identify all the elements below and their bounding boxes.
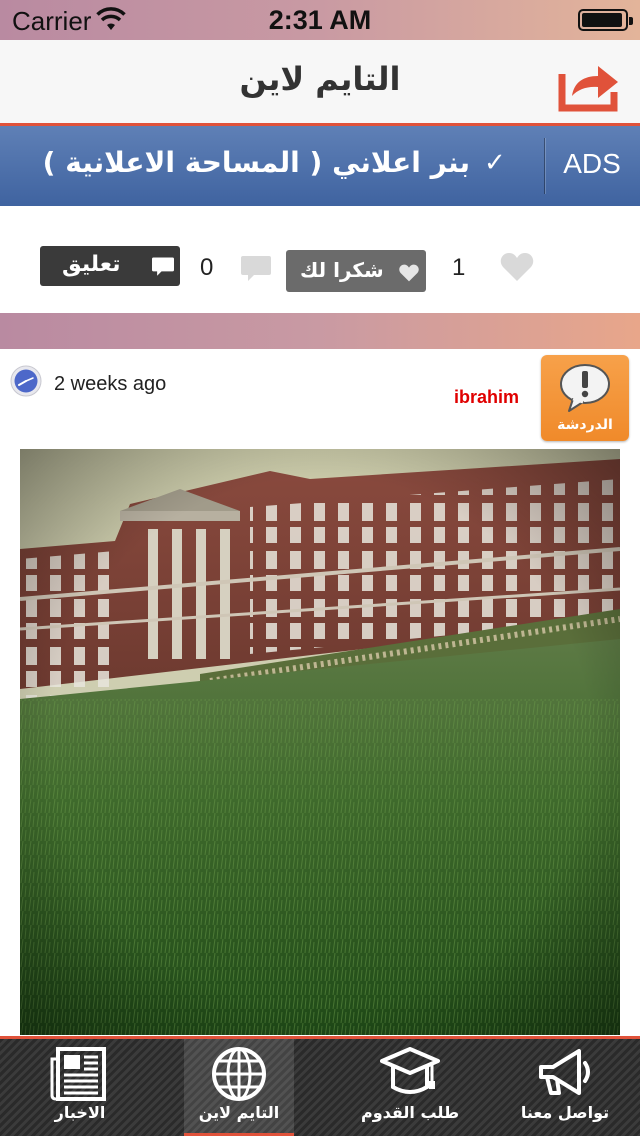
megaphone-icon [539,1049,590,1095]
comment-button[interactable]: تعليق [40,246,180,286]
post-author[interactable]: ibrahim [454,387,519,408]
post-image[interactable] [20,449,620,1035]
comment-button-label: تعليق [62,252,121,277]
like-count: 1 [452,254,466,281]
heart-icon [399,264,419,282]
checkmark-icon: ✓ [484,148,506,178]
clock-icon [10,365,42,397]
tab-label: طلب القدوم [360,1103,460,1122]
tab-timeline[interactable]: التايم لاين [184,1039,294,1136]
ads-label: ADS [563,148,621,179]
navigation-bar: التايم لاين [0,40,640,126]
page-title: التايم لاين [239,60,401,98]
post-timestamp: 2 weeks ago [54,373,167,395]
chat-button[interactable]: الدردشة [541,355,629,441]
campus-building-photo [20,449,620,1035]
post-header: 2 weeks ago ibrahim الدردشة [0,349,640,445]
chat-button-label: الدردشة [557,417,613,433]
tab-arrival-request[interactable]: طلب القدوم [340,1039,480,1136]
clock-time: 2:31 AM [268,5,372,35]
post-actions: 1 شكرا لك 0 تعليق [0,206,640,312]
thanks-button[interactable]: شكرا لك [286,250,426,292]
alert-bubble-icon [560,364,610,412]
tab-label: التايم لاين [198,1103,280,1122]
newspaper-icon [50,1047,106,1101]
ads-banner[interactable]: بنر اعلاني ( المساحة الاعلانية ) ✓ ADS [0,126,640,206]
graduation-cap-icon [380,1047,440,1094]
heart-icon[interactable] [500,252,534,282]
tab-label: الاخبار [54,1103,106,1122]
tab-news[interactable]: الاخبار [30,1039,130,1136]
globe-icon [212,1047,266,1101]
section-separator [0,313,640,349]
tab-contact-us[interactable]: تواصل معنا [505,1039,625,1136]
battery-icon [578,9,633,31]
ads-banner-text: بنر اعلاني ( المساحة الاعلانية ) [42,146,470,179]
divider [544,138,545,194]
thanks-button-label: شكرا لك [300,258,384,282]
tab-bar: تواصل معنا طلب القدوم التايم لاين الاخبا… [0,1036,640,1136]
share-arrow-icon[interactable] [556,56,622,112]
tab-label: تواصل معنا [520,1103,610,1122]
comment-count: 0 [200,254,214,281]
comment-bubble-icon [152,257,174,276]
status-bar: Carrier 2:31 AM [0,0,640,40]
comment-bubble-icon[interactable] [240,254,272,284]
